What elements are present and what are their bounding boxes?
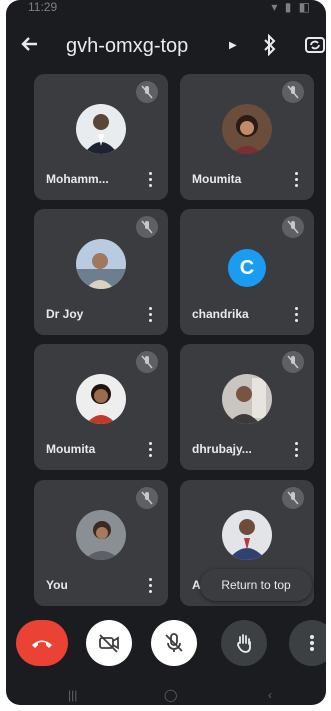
participant-tile[interactable]: Moumita bbox=[34, 344, 168, 470]
participant-tile[interactable]: C chandrika bbox=[180, 209, 314, 335]
participant-name: You bbox=[46, 578, 68, 592]
participant-name: Moumita bbox=[46, 442, 96, 456]
avatar bbox=[222, 104, 272, 154]
camera-flip-icon[interactable] bbox=[304, 33, 326, 57]
avatar bbox=[76, 510, 126, 560]
raise-hand-button[interactable] bbox=[221, 620, 267, 666]
system-nav-bar: ||| ◯ ‹ bbox=[6, 688, 326, 705]
bluetooth-icon[interactable] bbox=[262, 33, 280, 58]
mic-off-icon bbox=[282, 351, 304, 373]
mic-off-icon bbox=[282, 216, 304, 238]
participant-tile[interactable]: dhrubajy... bbox=[180, 344, 314, 470]
more-vert-icon[interactable] bbox=[294, 172, 300, 188]
mic-off-icon bbox=[165, 633, 183, 652]
more-vert-icon[interactable] bbox=[294, 307, 300, 323]
avatar: C bbox=[228, 249, 266, 287]
avatar bbox=[222, 374, 272, 424]
more-vert-icon[interactable] bbox=[148, 307, 154, 323]
meeting-header: gvh-omxg-top ▶ bbox=[6, 26, 326, 70]
raise-hand-icon bbox=[237, 634, 251, 653]
participant-tile[interactable]: Moumita bbox=[180, 74, 314, 200]
participant-name: Dr Joy bbox=[46, 307, 84, 321]
participant-name: dhrubajy... bbox=[192, 442, 252, 456]
return-to-top-button[interactable]: Return to top bbox=[200, 569, 312, 601]
participant-tile[interactable]: Dr Joy bbox=[34, 209, 168, 335]
recents-icon[interactable]: ||| bbox=[68, 688, 77, 702]
participant-name: Moumita bbox=[192, 172, 242, 186]
mic-off-icon bbox=[136, 81, 158, 103]
more-vert-icon[interactable] bbox=[148, 442, 154, 458]
meeting-screen: 11:29 ▾ ▮ ◧ gvh-omxg-top ▶ Mohamm... Mou… bbox=[6, 0, 326, 705]
avatar bbox=[76, 239, 126, 289]
camera-toggle-button[interactable] bbox=[86, 620, 132, 666]
mic-off-icon bbox=[136, 487, 158, 509]
end-call-button[interactable] bbox=[16, 620, 68, 666]
participant-tile[interactable]: Mohamm... bbox=[34, 74, 168, 200]
home-icon[interactable]: ◯ bbox=[164, 688, 177, 702]
status-time: 11:29 bbox=[28, 0, 58, 14]
call-end-icon bbox=[32, 640, 52, 648]
system-icons: ▾ ▮ ◧ bbox=[271, 0, 312, 14]
more-options-button[interactable] bbox=[289, 620, 326, 666]
participant-name: Mohamm... bbox=[46, 172, 109, 186]
camera-off-icon bbox=[99, 634, 119, 653]
mic-off-icon bbox=[136, 351, 158, 373]
mic-off-icon bbox=[136, 216, 158, 238]
mic-off-icon bbox=[282, 81, 304, 103]
avatar bbox=[222, 510, 272, 560]
mic-toggle-button[interactable] bbox=[151, 620, 197, 666]
participant-tile[interactable]: You bbox=[34, 480, 168, 606]
back-nav-icon[interactable]: ‹ bbox=[268, 688, 272, 702]
participant-name: chandrika bbox=[192, 307, 249, 321]
chevron-right-icon[interactable]: ▶ bbox=[229, 35, 237, 57]
mic-off-icon bbox=[282, 487, 304, 509]
meeting-code[interactable]: gvh-omxg-top bbox=[66, 34, 188, 58]
more-vert-icon[interactable] bbox=[148, 578, 154, 594]
more-vert-icon bbox=[310, 635, 314, 651]
status-bar: 11:29 ▾ ▮ ◧ bbox=[6, 0, 326, 18]
call-controls bbox=[6, 620, 326, 666]
more-vert-icon[interactable] bbox=[148, 172, 154, 188]
arrow-left-icon[interactable] bbox=[20, 34, 44, 58]
avatar bbox=[76, 374, 126, 424]
avatar bbox=[76, 104, 126, 154]
more-vert-icon[interactable] bbox=[294, 442, 300, 458]
